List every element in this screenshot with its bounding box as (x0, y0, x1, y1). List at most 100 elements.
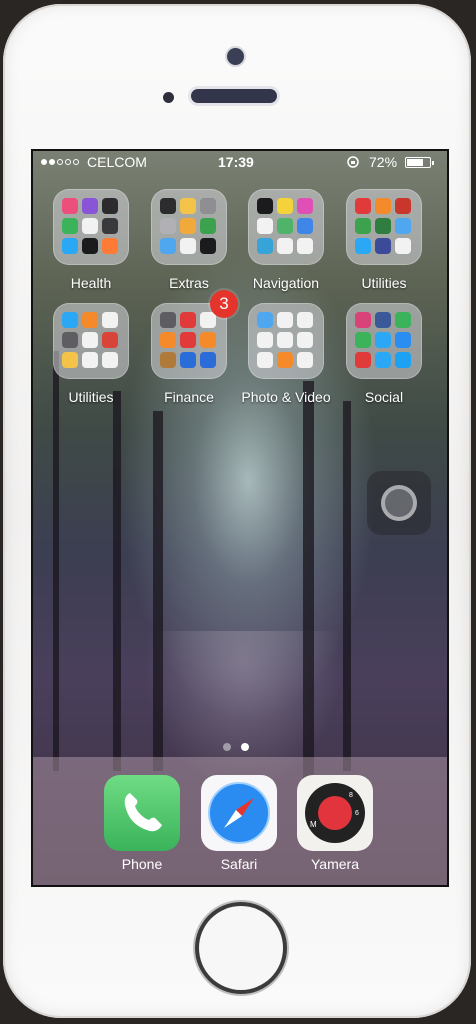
dock: Phone Safari M 8 6 Yamera (33, 757, 447, 885)
mini-app-icon (62, 312, 78, 328)
mini-app-icon (297, 312, 313, 328)
mini-app-icon (62, 198, 78, 214)
mini-app-icon (395, 312, 411, 328)
mini-app-icon (355, 312, 371, 328)
signal-strength-icon (41, 159, 79, 165)
assistive-touch-button[interactable] (367, 471, 431, 535)
phone-handset-icon (124, 793, 162, 832)
mini-app-icon (102, 352, 118, 368)
carrier-name: CELCOM (87, 154, 147, 170)
mini-app-icon (395, 218, 411, 234)
mini-app-icon (102, 332, 118, 348)
folder-label: Social (364, 389, 404, 405)
folder-utilities-2[interactable] (53, 303, 129, 379)
phone-body: CELCOM 17:39 72% Health Extras Navigatio… (3, 4, 471, 1018)
mini-app-icon (375, 352, 391, 368)
notification-badge: 3 (210, 290, 238, 318)
mini-app-icon (257, 352, 273, 368)
earpiece-speaker (191, 89, 277, 103)
mini-app-icon (257, 198, 273, 214)
clock: 17:39 (218, 154, 254, 170)
mini-app-icon (297, 332, 313, 348)
mini-app-icon (375, 332, 391, 348)
mini-app-icon (160, 238, 176, 254)
folder-navigation[interactable] (248, 189, 324, 265)
compass-icon (208, 782, 270, 844)
mini-app-icon (395, 352, 411, 368)
battery-icon (405, 157, 434, 168)
mini-app-icon (82, 352, 98, 368)
mini-app-icon (180, 218, 196, 234)
mini-app-icon (160, 352, 176, 368)
home-button[interactable] (199, 906, 283, 990)
mini-app-icon (160, 218, 176, 234)
app-label: Phone (121, 856, 163, 872)
mini-app-icon (200, 332, 216, 348)
mini-app-icon (82, 312, 98, 328)
mini-app-icon (355, 238, 371, 254)
mini-app-icon (257, 312, 273, 328)
mini-app-icon (200, 312, 216, 328)
mini-app-icon (200, 352, 216, 368)
mini-app-icon (297, 238, 313, 254)
mini-app-icon (180, 332, 196, 348)
mini-app-icon (180, 198, 196, 214)
mini-app-icon (62, 352, 78, 368)
folder-label: Utilities (68, 389, 114, 405)
assistive-touch-icon (381, 485, 417, 521)
folder-extras[interactable] (151, 189, 227, 265)
mini-app-icon (375, 198, 391, 214)
mini-app-icon (355, 198, 371, 214)
camera-dial-icon: M 8 6 (305, 783, 365, 843)
mini-app-icon (82, 218, 98, 234)
app-yamera[interactable]: M 8 6 (297, 775, 373, 851)
mini-app-icon (277, 352, 293, 368)
mini-app-icon (82, 332, 98, 348)
proximity-sensor (163, 92, 174, 103)
folder-label: Photo & Video (241, 389, 331, 405)
mini-app-icon (62, 238, 78, 254)
mini-app-icon (82, 198, 98, 214)
battery-percentage: 72% (369, 154, 398, 170)
mini-app-icon (180, 352, 196, 368)
mini-app-icon (355, 352, 371, 368)
page-dot-active[interactable] (241, 743, 249, 751)
svg-text:M: M (310, 820, 317, 829)
mini-app-icon (277, 198, 293, 214)
mini-app-icon (297, 198, 313, 214)
page-dot[interactable] (223, 743, 231, 751)
mini-app-icon (395, 198, 411, 214)
mini-app-icon (102, 312, 118, 328)
mini-app-icon (277, 238, 293, 254)
mini-app-icon (62, 218, 78, 234)
folder-label: Navigation (252, 275, 320, 291)
mini-app-icon (297, 218, 313, 234)
rotation-lock-icon (347, 156, 359, 168)
folder-label: Finance (164, 389, 214, 405)
status-bar: CELCOM 17:39 72% (33, 151, 447, 173)
mini-app-icon (102, 238, 118, 254)
mini-app-icon (180, 238, 196, 254)
mini-app-icon (277, 332, 293, 348)
mini-app-icon (395, 332, 411, 348)
app-phone[interactable] (104, 775, 180, 851)
mini-app-icon (375, 218, 391, 234)
mini-app-icon (257, 238, 273, 254)
page-indicator[interactable] (223, 743, 249, 751)
mini-app-icon (395, 238, 411, 254)
svg-text:8: 8 (349, 792, 353, 799)
mini-app-icon (200, 238, 216, 254)
app-safari[interactable] (201, 775, 277, 851)
app-label: Safari (220, 856, 258, 872)
folder-label: Utilities (361, 275, 407, 291)
front-camera (227, 48, 244, 65)
folder-health[interactable] (53, 189, 129, 265)
mini-app-icon (160, 312, 176, 328)
folder-social[interactable] (346, 303, 422, 379)
mini-app-icon (102, 218, 118, 234)
folder-label: Extras (169, 275, 209, 291)
mini-app-icon (257, 332, 273, 348)
folder-photo-video[interactable] (248, 303, 324, 379)
folder-utilities[interactable] (346, 189, 422, 265)
mini-app-icon (160, 332, 176, 348)
